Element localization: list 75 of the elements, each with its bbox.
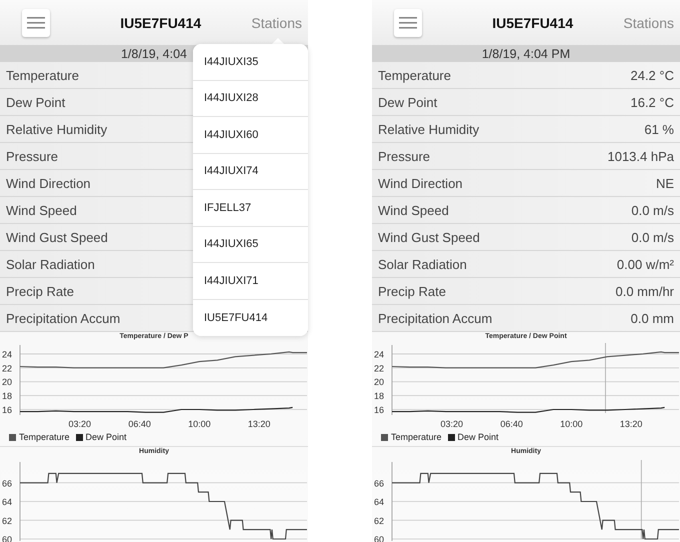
axis-label: 06:40 <box>500 419 523 429</box>
row-value: 0.0 m/s <box>631 230 674 244</box>
axis-label: 66 <box>2 478 12 488</box>
row-label: Wind Gust Speed <box>378 230 480 244</box>
legend-label: Temperature <box>19 432 70 442</box>
row-value: NE <box>656 176 674 190</box>
row-label: Temperature <box>6 68 79 82</box>
timestamp: 1/8/19, 4:04 <box>120 46 188 60</box>
axis-label: 62 <box>374 516 384 526</box>
menu-icon <box>399 16 417 28</box>
axis-label: 10:00 <box>560 419 583 429</box>
row-value: 24.2 °C <box>630 68 674 82</box>
row-label: Wind Gust Speed <box>6 230 108 244</box>
row-label: Wind Direction <box>6 176 91 190</box>
axis-label: 20 <box>374 377 384 388</box>
row-label: Precip Rate <box>6 284 74 298</box>
row-label: Temperature <box>378 68 451 82</box>
row-label: Wind Direction <box>378 176 463 190</box>
row-label: Precip Rate <box>378 284 446 298</box>
axis-label: 20 <box>2 377 12 388</box>
row-label: Pressure <box>6 148 58 164</box>
axis-label: 13:20 <box>248 419 270 429</box>
station-item[interactable]: I44JIUXI71 <box>193 263 308 300</box>
axis-label: 22 <box>2 363 12 374</box>
row-value: 0.00 w/m² <box>616 256 674 272</box>
axis-label: 18 <box>2 391 12 402</box>
row-value: 1013.4 hPa <box>607 148 674 164</box>
axis-label: 13:20 <box>620 419 642 429</box>
axis-label: 16 <box>374 405 384 416</box>
row-value: 0.0 m/s <box>631 202 674 218</box>
row-label: Pressure <box>378 148 430 164</box>
station-title: IU5E7FU414 <box>492 14 574 30</box>
menu-button[interactable] <box>22 8 50 36</box>
row-value: 16.2 °C <box>630 94 674 110</box>
row-label: Precipitation Accum <box>378 310 492 326</box>
axis-label: 06:40 <box>128 419 151 429</box>
legend-label: Temperature <box>391 432 442 442</box>
axis-label: 64 <box>374 497 384 507</box>
row-label: Dew Point <box>6 94 66 110</box>
axis-label: 22 <box>374 363 384 374</box>
row-value: 0.0 mm/hr <box>615 284 674 298</box>
station-item[interactable]: I44JIUXI35 <box>193 44 308 80</box>
axis-label: 16 <box>2 405 12 416</box>
row-label: Precipitation Accum <box>6 310 120 326</box>
station-item[interactable]: I44JIUXI74 <box>193 154 308 190</box>
axis-label: 62 <box>2 516 12 526</box>
row-label: Wind Speed <box>6 202 77 218</box>
row-label: Relative Humidity <box>6 122 108 136</box>
row-label: Relative Humidity <box>378 122 480 136</box>
station-item[interactable]: IU5E7FU414 <box>193 300 308 336</box>
station-item[interactable]: I44JIUXI60 <box>193 117 308 154</box>
legend-label: Dew Point <box>458 432 499 442</box>
axis-label: 03:20 <box>68 419 92 429</box>
axis-label: 18 <box>374 391 384 402</box>
menu-icon <box>27 16 45 28</box>
axis-label: 24 <box>2 349 12 360</box>
axis-label: 10:00 <box>188 419 211 429</box>
axis-label: 24 <box>374 349 384 360</box>
station-item[interactable]: IFJELL37 <box>193 190 308 226</box>
axis-label: 64 <box>2 497 12 507</box>
row-label: Wind Speed <box>378 202 449 218</box>
timestamp: 1/8/19, 4:04 PM <box>482 46 570 60</box>
axis-label: 66 <box>374 478 384 488</box>
row-value: 61 % <box>644 122 674 136</box>
row-label: Solar Radiation <box>378 256 467 272</box>
station-title: IU5E7FU414 <box>120 14 202 30</box>
menu-button[interactable] <box>394 8 422 36</box>
row-label: Solar Radiation <box>6 256 95 272</box>
axis-label: 03:20 <box>440 419 464 429</box>
row-value: 0.0 mm <box>630 310 674 326</box>
station-item[interactable]: I44JIUXI28 <box>193 80 308 117</box>
row-label: Dew Point <box>378 94 438 110</box>
cursor-line <box>605 343 606 414</box>
station-item[interactable]: I44JIUXI65 <box>193 226 308 263</box>
legend-label: Dew Point <box>86 432 127 442</box>
